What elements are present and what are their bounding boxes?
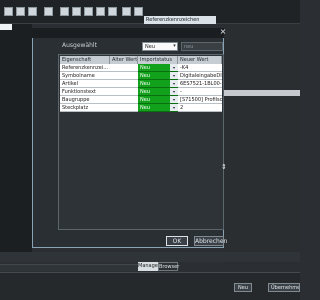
table-row[interactable]: Referenzkennzei... Neu ▾ -K4 — [60, 64, 222, 72]
table-row[interactable]: Baugruppe Neu ▾ [S71500] Profilschie... — [60, 96, 222, 104]
toolbar-button-icon[interactable] — [4, 7, 13, 16]
table-row[interactable]: Steckplatz Neu ▾ 2 — [60, 104, 222, 112]
chevron-down-icon[interactable]: ▾ — [170, 88, 178, 96]
property-name: Artikel — [60, 80, 110, 88]
old-value — [110, 88, 138, 96]
column-header-property[interactable]: Eigenschaft — [60, 56, 110, 64]
toolbar-button-icon[interactable] — [84, 7, 93, 16]
bottom-left-bar — [0, 264, 138, 271]
toolbar-button-icon[interactable] — [96, 7, 105, 16]
column-header-new-value[interactable]: Neuer Wert — [178, 56, 222, 64]
new-value: 2 — [178, 104, 222, 112]
right-panel — [224, 24, 300, 264]
left-panel — [0, 24, 32, 254]
table-row[interactable]: Funktionstext Neu ▾ - — [60, 88, 222, 96]
table-row[interactable]: Artikel Neu ▾ 6ES7521-1BL00-0AB0 — [60, 80, 222, 88]
toolbar-button-icon[interactable] — [28, 7, 37, 16]
mouse-cursor-icon: ⇕ — [221, 163, 227, 171]
property-name: Funktionstext — [60, 88, 110, 96]
new-value: 6ES7521-1BL00-0AB0 — [178, 80, 222, 88]
property-name: Baugruppe — [60, 96, 110, 104]
reference-tab[interactable]: Referenzkennzeichen — [144, 16, 216, 24]
ok-button[interactable]: OK — [166, 236, 188, 246]
status-strip — [0, 252, 300, 262]
chevron-down-icon[interactable]: ▾ — [170, 64, 178, 72]
column-header-import-status[interactable]: Importstatus — [138, 56, 178, 64]
old-value — [110, 72, 138, 80]
disabled-value-field: neu — [181, 42, 223, 51]
dialog-title-bar — [32, 28, 224, 38]
chevron-down-icon[interactable]: ▾ — [170, 104, 178, 112]
table-row[interactable]: Symbolname Neu ▾ DigitaleingabeDI32x... — [60, 72, 222, 80]
right-panel-band — [224, 90, 300, 96]
chevron-down-icon[interactable]: ▾ — [170, 72, 178, 80]
chevron-down-icon[interactable]: ▾ — [170, 80, 178, 88]
new-value: -K4 — [178, 64, 222, 72]
tab-manager[interactable]: Manager — [138, 262, 160, 271]
new-value: DigitaleingabeDI32x... — [178, 72, 222, 80]
property-name: Symbolname — [60, 72, 110, 80]
column-header-old-value[interactable]: Alter Wert — [110, 56, 138, 64]
toolbar-button-icon[interactable] — [16, 7, 25, 16]
left-panel-header — [0, 24, 12, 30]
chevron-down-icon[interactable]: ▾ — [170, 96, 178, 104]
toolbar-button-icon[interactable] — [108, 7, 117, 16]
toolbar-button-icon[interactable] — [134, 7, 143, 16]
new-button[interactable]: Neu — [234, 283, 252, 292]
new-value: [S71500] Profilschie... — [178, 96, 222, 104]
tab-browser[interactable]: Browser — [158, 262, 179, 271]
apply-button[interactable]: Übernehmen — [268, 283, 300, 292]
top-toolbar: Referenzkennzeichen — [0, 0, 300, 24]
old-value — [110, 96, 138, 104]
old-value — [110, 64, 138, 72]
toolbar-button-icon[interactable] — [44, 7, 53, 16]
property-name: Steckplatz — [60, 104, 110, 112]
selected-label: Ausgewählt — [62, 42, 97, 49]
bottom-panel — [0, 272, 300, 300]
old-value — [110, 80, 138, 88]
close-icon[interactable]: × — [219, 28, 227, 36]
toolbar-button-icon[interactable] — [72, 7, 81, 16]
chevron-down-icon[interactable]: ▾ — [171, 42, 178, 51]
toolbar-button-icon[interactable] — [60, 7, 69, 16]
old-value — [110, 104, 138, 112]
property-name: Referenzkennzei... — [60, 64, 110, 72]
cancel-button[interactable]: Abbrechen — [194, 236, 227, 246]
new-value: - — [178, 88, 222, 96]
toolbar-button-icon[interactable] — [122, 7, 131, 16]
